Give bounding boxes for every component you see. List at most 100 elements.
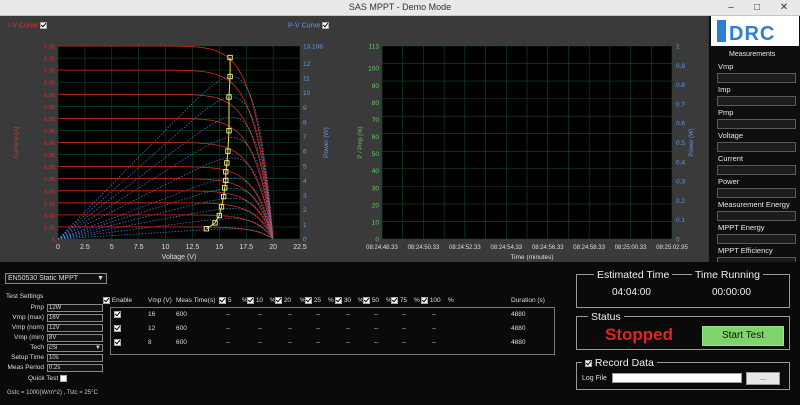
svg-text:DRC: DRC xyxy=(729,23,775,45)
table-header-label: 20 xyxy=(283,297,292,305)
table-cell-empty: -- xyxy=(258,311,263,318)
row-enable-checkbox[interactable] xyxy=(114,325,121,332)
header-enable-checkbox[interactable] xyxy=(247,297,254,304)
table-cell-empty: -- xyxy=(346,325,351,332)
maximize-icon[interactable]: □ xyxy=(744,0,770,16)
setting-label: Setup Time xyxy=(11,354,44,361)
record-data-checkbox[interactable] xyxy=(585,359,592,367)
table-cell-empty: -- xyxy=(374,325,379,332)
iv-yright-tick: 1 xyxy=(303,222,307,229)
table-header-label: 25 xyxy=(313,297,322,305)
iv-yleft-tick: 0.10 xyxy=(44,213,55,219)
status-title: Status xyxy=(588,311,624,323)
row-enable-checkbox[interactable] xyxy=(114,311,121,318)
row-enable-checkbox[interactable] xyxy=(114,339,121,346)
app-window: SAS MPPT - Demo Mode – □ ✕ I-V Curve P-V… xyxy=(0,0,800,405)
table-header-cell: 30 xyxy=(335,297,351,304)
setting-value-field[interactable]: cSi ▼ xyxy=(47,344,103,352)
time-chart-panel: 113 100 90 80 70 60 50 40 30 20 10 0 1 0.9 0.8 0.7 0.6 0.… xyxy=(352,16,708,262)
time-yright-tick: 0.7 xyxy=(676,101,685,108)
table-cell-empty: -- xyxy=(258,325,263,332)
table-cell-empty: -- xyxy=(374,311,379,318)
time-y-right-label: Power (W) xyxy=(689,128,695,156)
iv-yright-tick: 2 xyxy=(303,207,307,214)
measurement-value-field xyxy=(717,96,796,106)
measurement-label: Vmp xyxy=(718,62,734,71)
setting-value-field[interactable]: 16V xyxy=(47,314,103,322)
idrc-logo-graphic: DRC xyxy=(717,20,775,45)
time-x-tick: 08:25:00.33 xyxy=(615,245,647,251)
table-cell-empty: -- xyxy=(402,311,407,318)
table-header-label: 75 xyxy=(399,297,408,305)
time-x-label: Time (minutes) xyxy=(510,254,553,261)
iv-pv-plot: 0 2.5 5 7.5 10 12.5 15 17.5 20 22.50.800.750.700.… xyxy=(13,44,330,262)
setting-label: Tech xyxy=(30,344,44,351)
idrc-logo: DRC xyxy=(711,16,799,46)
table-cell-empty: -- xyxy=(226,339,231,346)
iv-x-tick: 5 xyxy=(110,244,114,251)
iv-yleft-tick: 0.15 xyxy=(44,201,55,207)
time-yleft-tick: 0 xyxy=(375,237,379,244)
record-data-toggle[interactable]: Record Data xyxy=(582,357,657,369)
table-cell-vmp: 8 xyxy=(148,339,152,346)
header-enable-checkbox[interactable] xyxy=(103,297,110,304)
chevron-down-icon: ▼ xyxy=(95,345,101,351)
table-header-cell: 50 xyxy=(363,297,379,304)
setting-value-field[interactable]: 12V xyxy=(47,324,103,332)
table-header-label: Duration (s) xyxy=(511,297,545,304)
header-enable-checkbox[interactable] xyxy=(305,297,312,304)
table-cell-empty: -- xyxy=(374,339,379,346)
header-enable-checkbox[interactable] xyxy=(275,297,282,304)
table-header-cell: % xyxy=(414,297,420,304)
table-row-enable[interactable] xyxy=(114,325,121,332)
iv-yleft-tick: 0.25 xyxy=(44,177,55,183)
log-file-input[interactable] xyxy=(612,373,742,383)
quick-test-checkbox[interactable] xyxy=(60,375,68,382)
setting-value-field[interactable]: 8V xyxy=(47,334,103,342)
table-header-cell: 100 xyxy=(421,297,441,304)
time-yleft-tick: 60 xyxy=(372,134,380,141)
time-yleft-tick: 80 xyxy=(372,100,380,107)
table-row-enable[interactable] xyxy=(114,339,121,346)
measurement-value-field xyxy=(717,142,796,152)
header-enable-checkbox[interactable] xyxy=(391,297,398,304)
estimated-time-value: 04:04:00 xyxy=(612,287,651,298)
table-cell-empty: -- xyxy=(346,339,351,346)
browse-button[interactable]: ... xyxy=(746,372,780,385)
quick-test-toggle[interactable]: Quick Test xyxy=(28,375,68,382)
header-enable-checkbox[interactable] xyxy=(363,297,370,304)
start-test-button[interactable]: Start Test xyxy=(702,326,784,346)
table-row-enable[interactable] xyxy=(114,311,121,318)
measurement-value-field xyxy=(717,211,796,221)
time-yleft-tick: 20 xyxy=(372,202,380,209)
header-enable-checkbox[interactable] xyxy=(335,297,342,304)
table-header-label: Enable xyxy=(111,297,133,305)
setting-value-field[interactable]: 0.2s xyxy=(47,364,103,372)
header-enable-checkbox[interactable] xyxy=(421,297,428,304)
time-yright-tick: 0.4 xyxy=(676,159,685,166)
close-icon[interactable]: ✕ xyxy=(768,0,800,16)
iv-yright-tick: 12 xyxy=(303,61,311,68)
setting-label: Meas Period xyxy=(7,364,45,371)
table-cell-empty: -- xyxy=(226,311,231,318)
setting-value-field[interactable]: 12W xyxy=(47,304,103,312)
log-file-label: Log File xyxy=(582,375,607,382)
time-yleft-tick: 50 xyxy=(372,151,380,158)
table-header-cell: 25 xyxy=(305,297,321,304)
iv-x-tick: 0 xyxy=(56,244,60,251)
table-cell-empty: -- xyxy=(288,339,293,346)
table-cell-duration: 4880 xyxy=(511,325,526,332)
time-yright-tick: 0.5 xyxy=(676,140,685,147)
measurement-value-field xyxy=(717,119,796,129)
iv-yright-tick: 9 xyxy=(303,105,307,112)
chevron-down-icon: ▼ xyxy=(97,275,104,282)
standard-select[interactable]: EN50530 Static MPPT ▼ xyxy=(5,273,107,284)
time-plot: 113100908070605040302010010.90.80.70.60.… xyxy=(358,44,695,262)
table-header-cell: Meas Time(s) xyxy=(176,297,215,304)
iv-x-tick: 15 xyxy=(215,244,223,251)
iv-yleft-tick: 0.05 xyxy=(44,225,55,231)
minimize-icon[interactable]: – xyxy=(718,0,744,16)
iv-x-tick: 2.5 xyxy=(80,244,90,251)
setting-value-field[interactable]: 10s xyxy=(47,354,103,362)
header-enable-checkbox[interactable] xyxy=(219,297,226,304)
